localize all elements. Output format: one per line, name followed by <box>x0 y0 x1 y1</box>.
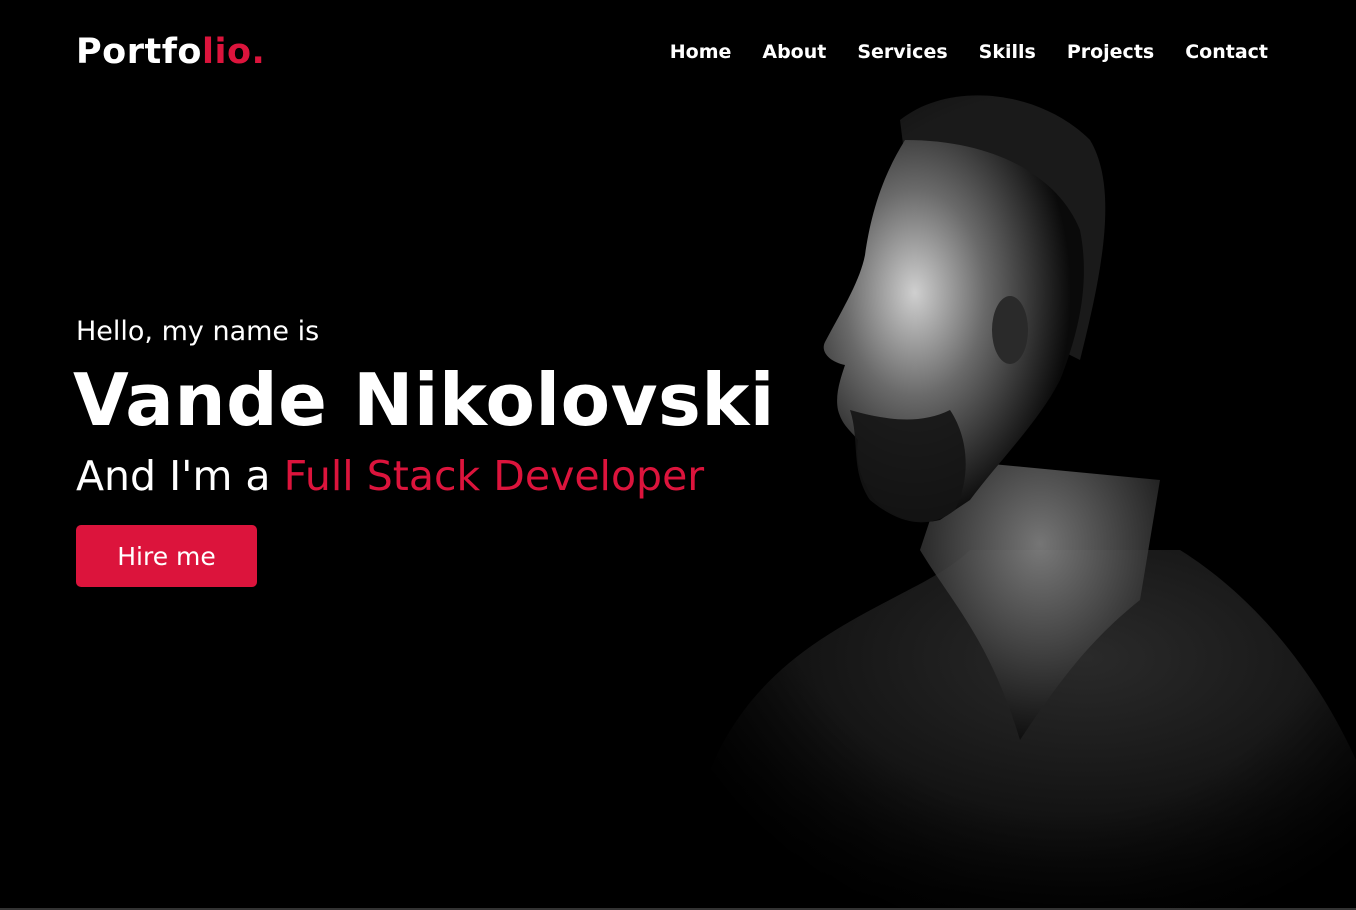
role-prefix: And I'm a <box>76 452 284 500</box>
site-logo[interactable]: Portfolio. <box>76 30 265 74</box>
hero-name: Vande Nikolovski <box>73 358 775 442</box>
hero-role: And I'm a Full Stack Developer <box>76 448 836 504</box>
hero-greeting: Hello, my name is <box>76 316 320 347</box>
hero-section: Portfolio. Home About Services Skills Pr… <box>0 0 1356 910</box>
nav-link-about[interactable]: About <box>762 38 826 66</box>
nav-link-projects[interactable]: Projects <box>1067 38 1154 66</box>
hero-content: Hello, my name is Vande Nikolovski And I… <box>73 312 836 587</box>
nav-link-home[interactable]: Home <box>670 38 732 66</box>
logo-accent-text: lio. <box>201 32 266 72</box>
nav-link-contact[interactable]: Contact <box>1185 38 1268 66</box>
nav-link-skills[interactable]: Skills <box>979 38 1036 66</box>
logo-text: Portfo <box>76 32 202 72</box>
role-highlight: Full Stack Developer <box>283 452 705 500</box>
top-navbar: Portfolio. Home About Services Skills Pr… <box>0 0 1356 104</box>
nav-menu: Home About Services Skills Projects Cont… <box>670 38 1268 66</box>
hire-me-button[interactable]: Hire me <box>76 525 257 587</box>
nav-link-services[interactable]: Services <box>857 38 947 66</box>
